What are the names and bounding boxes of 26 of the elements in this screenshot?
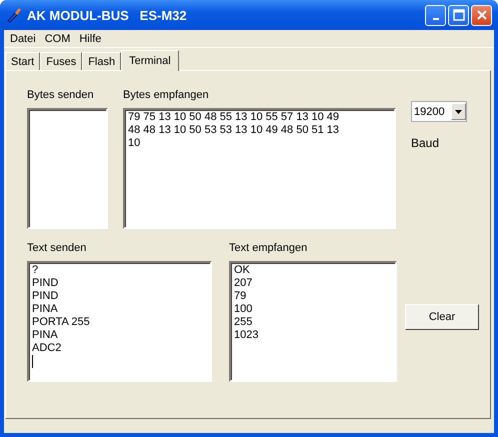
- maximize-button[interactable]: [448, 4, 469, 26]
- field-label: Bytes empfangen: [123, 89, 210, 102]
- tab[interactable]: Terminal: [121, 50, 179, 71]
- baud-label: Baud: [411, 136, 440, 150]
- close-button[interactable]: [471, 4, 492, 26]
- baud-dropdown[interactable]: 19200: [411, 101, 467, 122]
- text-field[interactable]: OK 207 79 100 255 1023: [229, 261, 397, 382]
- text-field[interactable]: ? PIND PIND PINA PORTA 255 PINA ADC2: [27, 261, 212, 382]
- minimize-icon: [432, 18, 438, 20]
- menu-item[interactable]: Hilfe: [75, 32, 106, 44]
- menu-item[interactable]: COM: [40, 32, 76, 44]
- text-field[interactable]: 79 75 13 10 50 48 55 13 10 55 57 13 10 49 48 48 13 10 50 53 53 13 10 49 48 50 51 13 10: [123, 108, 396, 229]
- minimize-button[interactable]: [425, 4, 446, 26]
- tab[interactable]: Start: [5, 52, 40, 70]
- menu-item[interactable]: Datei: [6, 32, 41, 44]
- field-label: Text senden: [27, 242, 88, 255]
- text-field[interactable]: [27, 108, 108, 229]
- window-title: AK MODUL-BUS ES-M32: [27, 8, 188, 22]
- field-label: Text empfangen: [229, 242, 308, 255]
- field-label: Bytes senden: [27, 89, 95, 102]
- torch-icon: [6, 7, 22, 23]
- tab[interactable]: Flash: [82, 52, 122, 70]
- tab[interactable]: Fuses: [40, 52, 82, 70]
- close-icon: [476, 9, 488, 21]
- maximize-icon: [452, 9, 464, 21]
- clear-button[interactable]: Clear: [405, 304, 479, 330]
